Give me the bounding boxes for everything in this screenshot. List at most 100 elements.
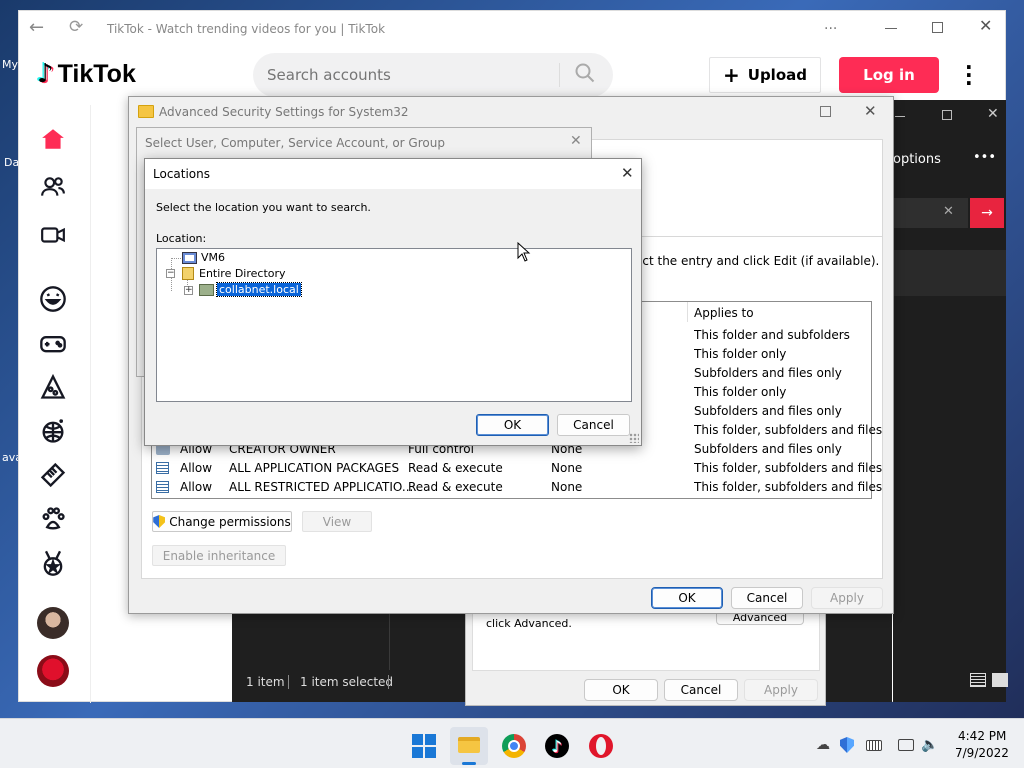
gaming-icon[interactable]	[36, 326, 70, 360]
location-tree[interactable]: VM6 − Entire Directory + collabnet.local	[156, 248, 632, 402]
mouse-cursor	[517, 241, 531, 265]
tree-item-collabnet-local[interactable]: collabnet.local	[199, 282, 302, 297]
entry-type: Allow	[180, 480, 213, 494]
tree-item-label: Entire Directory	[199, 267, 286, 280]
column-header-divider	[687, 302, 688, 322]
minimize-icon[interactable]	[895, 116, 905, 117]
avatar[interactable]	[36, 654, 70, 688]
ok-button[interactable]: OK	[476, 414, 549, 436]
locations-title: Locations	[153, 167, 211, 181]
maximize-icon[interactable]	[820, 106, 831, 117]
beauty-icon[interactable]	[36, 458, 70, 492]
advanced-security-title: Advanced Security Settings for System32	[159, 105, 409, 119]
minimize-icon[interactable]	[885, 28, 897, 29]
keyboard-icon[interactable]	[865, 736, 883, 754]
food-icon[interactable]	[36, 370, 70, 404]
dark-search-field[interactable]: ✕	[893, 198, 968, 228]
clock-time[interactable]: 4:42 PM	[958, 729, 1006, 743]
close-icon[interactable]: ✕	[979, 16, 992, 35]
close-icon[interactable]: ✕	[987, 106, 999, 122]
browser-reload-icon[interactable]: ⟳	[69, 17, 83, 37]
domain-icon	[199, 283, 214, 296]
status-items: 1 item	[246, 675, 285, 689]
locations-prompt: Select the location you want to search.	[156, 201, 371, 214]
avatar[interactable]	[36, 606, 70, 640]
apply-button[interactable]: Apply	[811, 587, 883, 609]
ok-button[interactable]: OK	[651, 587, 723, 609]
dark-row	[893, 250, 1006, 296]
clear-icon[interactable]: ✕	[943, 204, 954, 219]
applies-to-cell: Subfolders and files only	[694, 366, 842, 380]
kebab-menu-icon[interactable]: · · ·	[965, 57, 973, 93]
plus-icon: +	[723, 63, 740, 87]
options-label[interactable]: options	[893, 152, 941, 167]
clock-date[interactable]: 7/9/2022	[955, 746, 1009, 760]
entry-applies: Subfolders and files only	[694, 442, 842, 456]
browser-more-button[interactable]: ···	[824, 21, 837, 37]
home-icon[interactable]	[36, 122, 70, 156]
tiktok-logo[interactable]: ♪ TikTok	[37, 59, 136, 89]
tree-item-entire-directory[interactable]: Entire Directory	[182, 267, 286, 280]
table-row[interactable]: Allow ALL APPLICATION PACKAGES Read & ex…	[152, 459, 882, 478]
expand-toggle-icon[interactable]: +	[184, 286, 193, 295]
cancel-button[interactable]: Cancel	[664, 679, 738, 701]
following-icon[interactable]	[36, 170, 70, 204]
app-packages-icon	[156, 481, 169, 493]
volume-icon[interactable]: 🔈	[921, 736, 939, 754]
locations-titlebar	[145, 159, 641, 189]
entry-applies: This folder, subfolders and files	[694, 461, 883, 475]
dark-back-window: ✕ options ••• ✕ →	[893, 100, 1006, 702]
directory-icon	[182, 267, 194, 280]
column-header-applies-to[interactable]: Applies to	[694, 306, 754, 320]
animals-icon[interactable]	[36, 502, 70, 536]
file-explorer-taskbar-icon[interactable]	[450, 727, 488, 765]
upload-button[interactable]: + Upload	[709, 57, 821, 93]
desktop-label-my: My	[2, 58, 19, 71]
display-icon[interactable]	[897, 736, 915, 754]
folder-icon	[138, 105, 154, 118]
applies-to-cell: This folder only	[694, 347, 787, 361]
applies-to-cell: This folder, subfolders and files	[694, 423, 883, 437]
apply-button[interactable]: Apply	[744, 679, 818, 701]
collapse-toggle-icon[interactable]: −	[166, 269, 175, 278]
maximize-icon[interactable]	[932, 22, 943, 33]
browser-title: TikTok - Watch trending videos for you |…	[107, 22, 386, 36]
tiktok-taskbar-icon[interactable]: ♪	[545, 734, 569, 758]
close-icon[interactable]: ✕	[570, 133, 582, 149]
view-button[interactable]: View	[302, 511, 372, 532]
tree-item-vm6[interactable]: VM6	[182, 251, 225, 264]
dance-icon[interactable]	[36, 414, 70, 448]
cancel-button[interactable]: Cancel	[557, 414, 630, 436]
resize-grip-icon[interactable]	[629, 433, 639, 443]
search-bar[interactable]	[253, 53, 613, 97]
cancel-button[interactable]: Cancel	[731, 587, 803, 609]
live-icon[interactable]	[36, 218, 70, 252]
browser-back-button[interactable]: ←	[29, 17, 44, 38]
close-icon[interactable]: ✕	[621, 164, 634, 182]
advanced-hint: click Advanced.	[486, 617, 572, 630]
ok-button[interactable]: OK	[584, 679, 658, 701]
sports-icon[interactable]	[36, 546, 70, 580]
start-button[interactable]	[412, 734, 436, 758]
change-permissions-button[interactable]: Change permissions	[152, 511, 292, 532]
search-icon[interactable]	[575, 63, 595, 83]
more-icon[interactable]: •••	[973, 150, 996, 165]
tiles-view-icon[interactable]	[992, 673, 1008, 687]
enable-inheritance-button[interactable]: Enable inheritance	[152, 545, 286, 566]
comedy-icon[interactable]	[36, 282, 70, 316]
table-row[interactable]: Allow ALL RESTRICTED APPLICATIO... Read …	[152, 478, 882, 497]
network-off-icon[interactable]: ☁	[814, 736, 832, 754]
tiktok-note-icon: ♪	[37, 59, 54, 89]
close-icon[interactable]: ✕	[864, 102, 877, 120]
entry-principal: ALL RESTRICTED APPLICATIO...	[229, 480, 414, 494]
details-view-icon[interactable]	[970, 673, 986, 687]
opera-taskbar-icon[interactable]	[589, 734, 613, 758]
sidebar-divider	[90, 105, 91, 703]
chrome-taskbar-icon[interactable]	[502, 734, 526, 758]
search-input[interactable]	[267, 64, 547, 86]
dark-search-button[interactable]: →	[970, 198, 1004, 228]
login-button[interactable]: Log in	[839, 57, 939, 93]
desktop-label-da: Da	[4, 156, 20, 169]
maximize-icon[interactable]	[942, 110, 952, 120]
defender-shield-icon[interactable]	[838, 736, 856, 754]
